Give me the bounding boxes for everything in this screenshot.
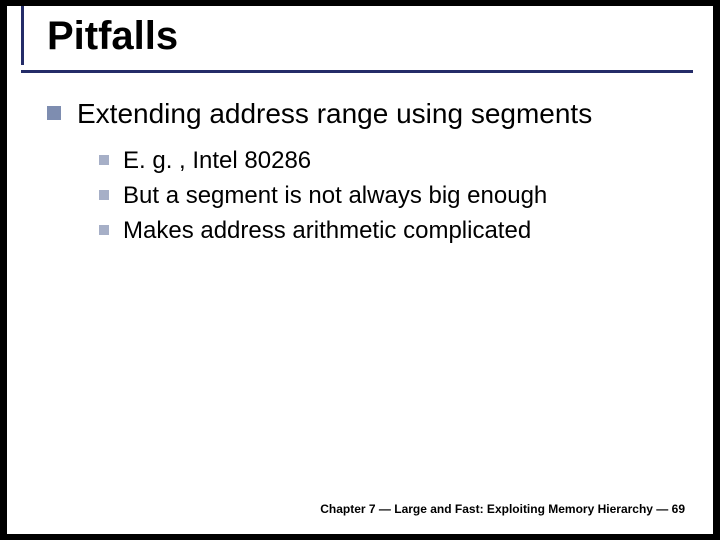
slide-title: Pitfalls [47, 14, 693, 67]
level2-text: Makes address arithmetic complicated [123, 215, 531, 246]
level2-text: E. g. , Intel 80286 [123, 145, 311, 176]
bullet-level1: Extending address range using segments [47, 96, 683, 131]
slide: Pitfalls Extending address range using s… [7, 6, 713, 534]
bullet-level2: E. g. , Intel 80286 [99, 145, 683, 176]
square-bullet-icon [99, 225, 109, 235]
title-area: Pitfalls [47, 14, 693, 67]
title-underline [21, 70, 693, 73]
square-bullet-icon [47, 106, 61, 120]
level1-text: Extending address range using segments [77, 96, 592, 131]
footer-text: Chapter 7 — Large and Fast: Exploiting M… [320, 502, 685, 516]
bullet-level2: But a segment is not always big enough [99, 180, 683, 211]
bullet-level2: Makes address arithmetic complicated [99, 215, 683, 246]
square-bullet-icon [99, 190, 109, 200]
square-bullet-icon [99, 155, 109, 165]
content-area: Extending address range using segments E… [47, 96, 683, 251]
level2-group: E. g. , Intel 80286 But a segment is not… [99, 145, 683, 247]
title-left-bar [21, 6, 24, 65]
level2-text: But a segment is not always big enough [123, 180, 547, 211]
